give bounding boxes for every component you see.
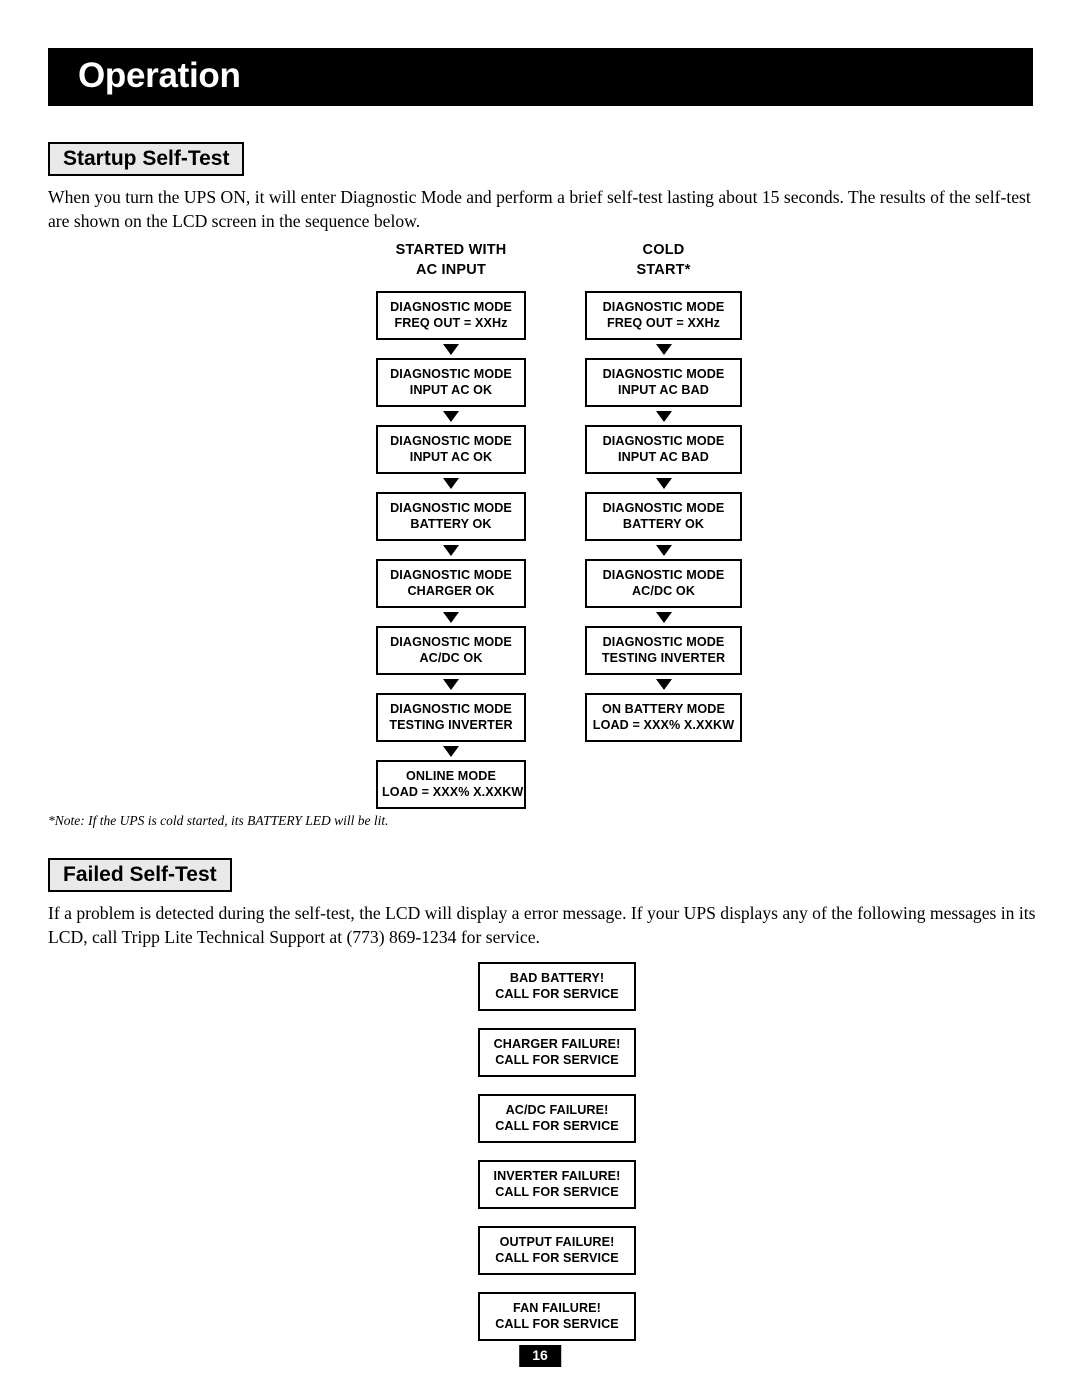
lcd-line-1: DIAGNOSTIC MODE [390, 501, 512, 515]
lcd-line-1: DIAGNOSTIC MODE [390, 702, 512, 716]
flowchart-column-started-with-ac-input: STARTED WITH AC INPUT DIAGNOSTIC MODE FR… [376, 240, 526, 809]
lcd-line-2: BATTERY OK [622, 517, 705, 531]
flowchart-column-cold-start: COLD START* DIAGNOSTIC MODE FREQ OUT = X… [585, 240, 742, 742]
lcd-message-box: DIAGNOSTIC MODE AC/DC OK [585, 559, 742, 608]
lcd-line-1: DIAGNOSTIC MODE [390, 434, 512, 448]
page-title: Operation [78, 56, 241, 96]
lcd-line-2: BATTERY OK [410, 517, 492, 531]
lcd-line-1: DIAGNOSTIC MODE [390, 568, 512, 582]
flow-arrow-down-icon [585, 675, 742, 693]
flow-arrow-down-icon [376, 608, 526, 626]
flow-arrow-down-icon [585, 474, 742, 492]
flow-arrow-down-icon [585, 541, 742, 559]
flowchart-column-heading-line2: START* [636, 262, 691, 278]
lcd-line-1: DIAGNOSTIC MODE [390, 300, 512, 314]
failure-message-box: BAD BATTERY! CALL FOR SERVICE [478, 962, 636, 1011]
failure-message-box: AC/DC FAILURE! CALL FOR SERVICE [478, 1094, 636, 1143]
startup-self-test-flowchart: STARTED WITH AC INPUT DIAGNOSTIC MODE FR… [0, 240, 1080, 810]
section-heading-startup-self-test: Startup Self-Test [48, 142, 245, 176]
flow-arrow-down-icon [585, 407, 742, 425]
lcd-line-2: AC/DC OK [419, 651, 483, 665]
lcd-message-box: DIAGNOSTIC MODE FREQ OUT = XXHz [376, 291, 526, 340]
failed-self-test-paragraph: If a problem is detected during the self… [48, 903, 1036, 947]
lcd-message-box: ONLINE MODE LOAD = XXX% X.XXKW [376, 760, 526, 809]
lcd-line-2: TESTING INVERTER [601, 651, 726, 665]
lcd-message-box: DIAGNOSTIC MODE AC/DC OK [376, 626, 526, 675]
lcd-line-1: BAD BATTERY! [509, 971, 605, 985]
operation-manual-page: { "page": { "header_title": "Operation",… [0, 0, 1080, 1397]
lcd-line-1: AC/DC FAILURE! [505, 1103, 609, 1117]
lcd-line-2: AC/DC OK [631, 584, 696, 598]
page-number-badge: 16 [519, 1345, 561, 1367]
lcd-line-1: DIAGNOSTIC MODE [602, 635, 725, 649]
lcd-line-2: CHARGER OK [407, 584, 495, 598]
lcd-message-box: DIAGNOSTIC MODE INPUT AC BAD [585, 425, 742, 474]
lcd-message-box: DIAGNOSTIC MODE INPUT AC OK [376, 358, 526, 407]
lcd-line-1: ONLINE MODE [406, 769, 496, 783]
lcd-line-1: DIAGNOSTIC MODE [602, 300, 725, 314]
lcd-line-1: FAN FAILURE! [513, 1301, 601, 1315]
startup-self-test-paragraph: When you turn the UPS ON, it will enter … [48, 187, 1031, 231]
lcd-line-1: DIAGNOSTIC MODE [602, 367, 725, 381]
flow-arrow-down-icon [376, 474, 526, 492]
lcd-line-2: CALL FOR SERVICE [495, 1053, 619, 1067]
lcd-line-2: INPUT AC OK [409, 450, 493, 464]
flowchart-column-heading-line2: AC INPUT [415, 262, 487, 278]
lcd-line-2: CALL FOR SERVICE [495, 1119, 619, 1133]
failure-message-box: OUTPUT FAILURE! CALL FOR SERVICE [478, 1226, 636, 1275]
failure-message-list: BAD BATTERY! CALL FOR SERVICE CHARGER FA… [478, 962, 636, 1358]
lcd-line-1: ON BATTERY MODE [601, 702, 725, 716]
page-header-bar: Operation [48, 48, 1033, 106]
flow-arrow-down-icon [376, 541, 526, 559]
lcd-line-1: OUTPUT FAILURE! [499, 1235, 615, 1249]
lcd-message-box: DIAGNOSTIC MODE TESTING INVERTER [585, 626, 742, 675]
flowchart-column-heading-line1: STARTED WITH [395, 242, 507, 258]
lcd-message-box: DIAGNOSTIC MODE FREQ OUT = XXHz [585, 291, 742, 340]
flowchart-column-heading: COLD START* [585, 240, 742, 280]
lcd-line-1: DIAGNOSTIC MODE [390, 635, 512, 649]
lcd-message-box: DIAGNOSTIC MODE INPUT AC BAD [585, 358, 742, 407]
lcd-line-1: DIAGNOSTIC MODE [602, 568, 725, 582]
lcd-line-2: FREQ OUT = XXHz [606, 316, 721, 330]
flow-arrow-down-icon [376, 742, 526, 760]
lcd-line-2: LOAD = XXX% X.XXKW [592, 718, 735, 732]
lcd-line-1: DIAGNOSTIC MODE [602, 501, 725, 515]
failure-message-box: FAN FAILURE! CALL FOR SERVICE [478, 1292, 636, 1341]
flow-arrow-down-icon [376, 340, 526, 358]
flow-arrow-down-icon [376, 675, 526, 693]
section-heading-failed-self-test: Failed Self-Test [48, 858, 232, 892]
lcd-line-2: CALL FOR SERVICE [495, 987, 619, 1001]
lcd-line-1: INVERTER FAILURE! [493, 1169, 621, 1183]
flow-arrow-down-icon [376, 407, 526, 425]
flowchart-column-heading-line1: COLD [642, 242, 685, 258]
flow-arrow-down-icon [585, 340, 742, 358]
lcd-message-box: DIAGNOSTIC MODE TESTING INVERTER [376, 693, 526, 742]
lcd-line-2: LOAD = XXX% X.XXKW [382, 785, 524, 799]
flow-arrow-down-icon [585, 608, 742, 626]
cold-start-footnote: *Note: If the UPS is cold started, its B… [48, 813, 389, 828]
lcd-line-2: TESTING INVERTER [389, 718, 513, 732]
lcd-message-box: ON BATTERY MODE LOAD = XXX% X.XXKW [585, 693, 742, 742]
lcd-line-2: INPUT AC BAD [618, 383, 709, 397]
failure-message-box: CHARGER FAILURE! CALL FOR SERVICE [478, 1028, 636, 1077]
lcd-line-2: CALL FOR SERVICE [495, 1185, 619, 1199]
lcd-line-1: DIAGNOSTIC MODE [602, 434, 725, 448]
lcd-line-2: CALL FOR SERVICE [495, 1317, 619, 1331]
failure-message-box: INVERTER FAILURE! CALL FOR SERVICE [478, 1160, 636, 1209]
lcd-message-box: DIAGNOSTIC MODE BATTERY OK [585, 492, 742, 541]
lcd-line-1: CHARGER FAILURE! [493, 1037, 621, 1051]
lcd-line-1: DIAGNOSTIC MODE [390, 367, 512, 381]
lcd-line-2: INPUT AC BAD [618, 450, 709, 464]
lcd-line-2: CALL FOR SERVICE [495, 1251, 619, 1265]
lcd-line-2: INPUT AC OK [409, 383, 493, 397]
lcd-message-box: DIAGNOSTIC MODE INPUT AC OK [376, 425, 526, 474]
lcd-message-box: DIAGNOSTIC MODE CHARGER OK [376, 559, 526, 608]
lcd-line-2: FREQ OUT = XXHz [394, 316, 508, 330]
lcd-message-box: DIAGNOSTIC MODE BATTERY OK [376, 492, 526, 541]
flowchart-column-heading: STARTED WITH AC INPUT [376, 240, 526, 280]
